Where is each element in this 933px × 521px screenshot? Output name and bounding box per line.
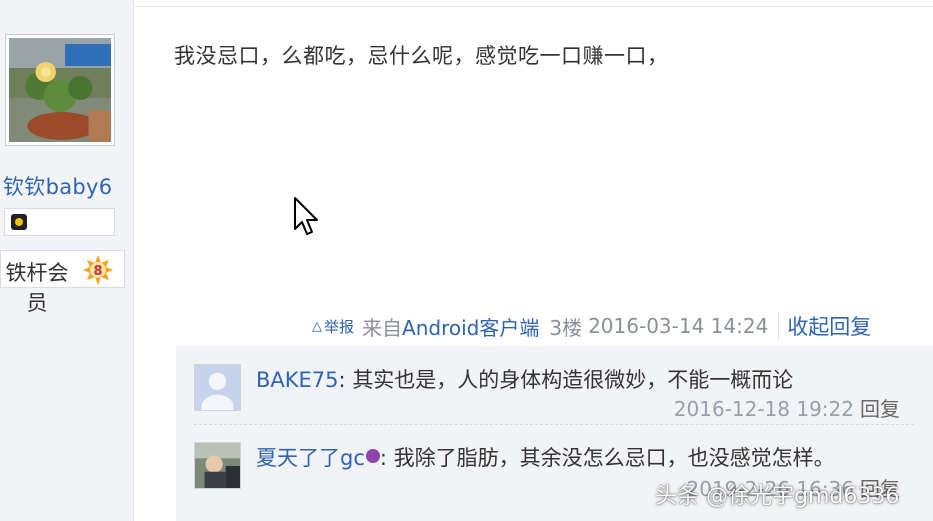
reply-colon: : [338,368,353,392]
reply-avatar[interactable] [194,364,241,411]
reply-footer: 2016-12-18 19:22 回复 [674,393,900,422]
reply-time: 2016-12-18 19:22 [673,397,854,421]
default-avatar-icon [195,365,240,410]
level-icon [11,214,27,230]
source-prefix: 来自 [362,315,403,340]
author-sidebar: 钦钦baby6 铁杆会员 8 [0,0,134,521]
report-link[interactable]: △ 举报 [312,316,354,337]
report-label: 举报 [324,317,355,336]
post-time: 2016-03-14 14:24 [588,314,769,338]
collapse-replies-button[interactable]: 收起回复 [787,311,871,341]
reply-avatar[interactable] [194,442,241,489]
reply-body: BAKE75: 其实也是，人的身体构造很微妙，不能一概而论 [256,364,793,394]
watermark: 头条 @徐光宇gmd6336 [655,484,900,509]
reply-username[interactable]: 夏天了了gc [256,446,365,470]
user-photo-avatar [195,443,240,488]
post-content: 我没忌口，么都吃，忌什么呢，感觉吃一口赚一口， [174,44,669,68]
reply-text: 我除了脂肪，其余没怎么忌口，也没感觉怎样。 [393,446,835,470]
meta-divider [778,313,780,339]
member-level-icon: 8 [83,255,113,285]
reply-body: 夏天了了gc: 我除了脂肪，其余没怎么忌口，也没感觉怎样。 [256,442,835,472]
post-meta: △ 举报 来自 Android客户端 3楼 2016-03-14 14:24 收… [312,312,871,340]
warning-icon: △ [312,318,322,334]
member-level-number: 8 [93,264,102,279]
devil-emoji-icon [365,449,380,463]
top-divider [0,6,933,7]
source-client-link[interactable]: Android客户端 [402,312,539,341]
membership-label: 铁杆会员 [5,261,69,315]
mouse-cursor-icon [294,197,318,235]
reply-button[interactable]: 回复 [860,397,900,421]
avatar-flower-image [9,38,111,142]
reply-colon: : [379,446,394,470]
username-link[interactable]: 钦钦baby6 [3,171,112,201]
reply-divider [194,424,914,426]
reply-text: 其实也是，人的身体构造很微妙，不能一概而论 [352,368,794,392]
level-badge[interactable] [4,208,115,236]
reply-username[interactable]: BAKE75 [256,368,339,392]
user-avatar[interactable] [5,34,115,146]
floor-number: 3楼 [549,315,583,340]
